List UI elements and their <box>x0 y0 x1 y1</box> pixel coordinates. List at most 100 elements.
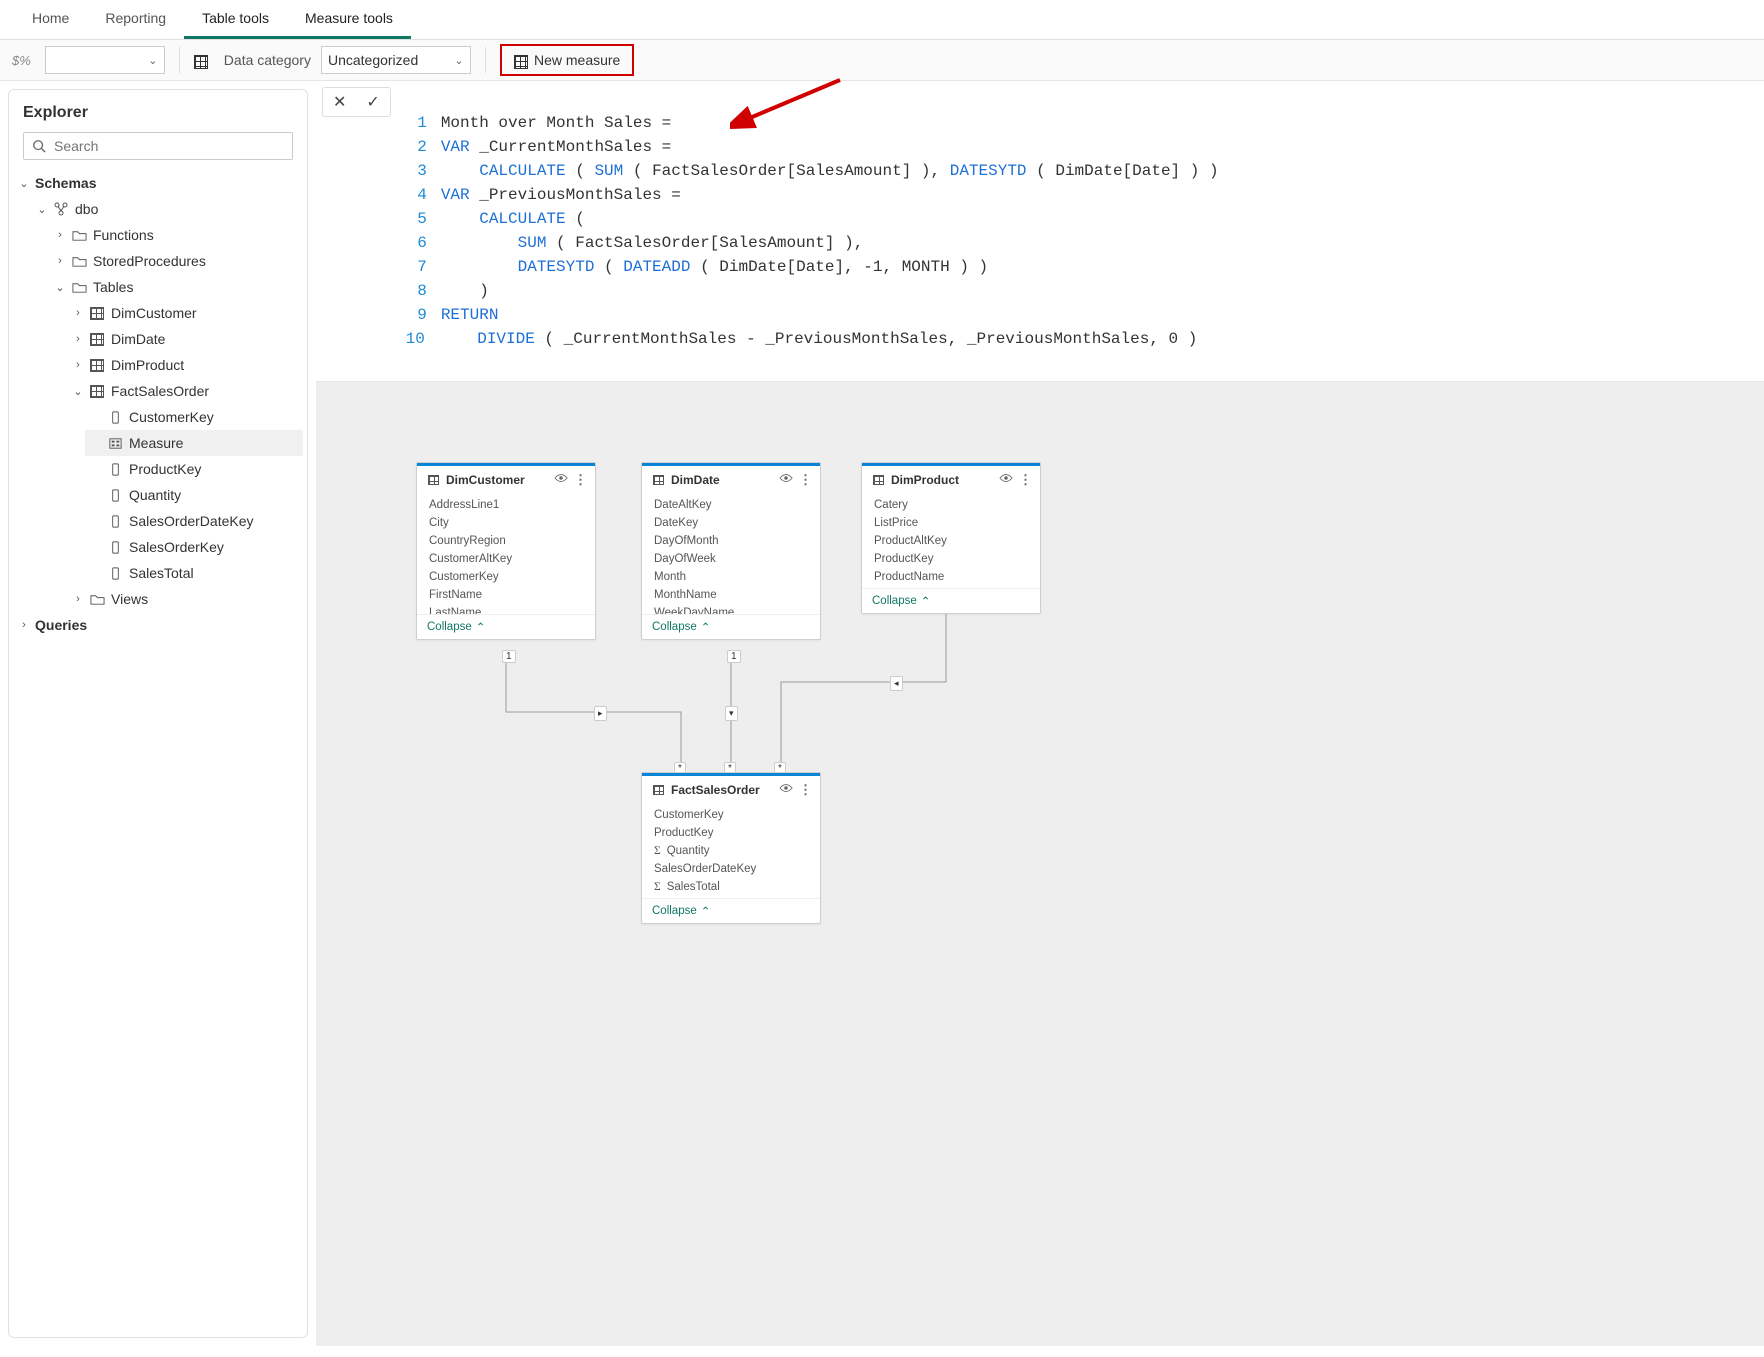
entity-field[interactable]: ProductKey <box>642 824 820 842</box>
tab-reporting[interactable]: Reporting <box>87 0 184 39</box>
entity-field[interactable]: DateAltKey <box>642 496 820 514</box>
more-icon[interactable]: ⋮ <box>1019 472 1032 488</box>
col-label: SalesTotal <box>129 565 194 581</box>
tab-table-tools[interactable]: Table tools <box>184 0 287 39</box>
entity-field[interactable]: DayOfMonth <box>642 532 820 550</box>
eye-icon[interactable] <box>779 782 793 798</box>
col-salesorderdatekey[interactable]: SalesOrderDateKey <box>85 508 303 534</box>
tree-tables[interactable]: ⌄ Tables <box>49 274 303 300</box>
folder-icon <box>71 253 87 269</box>
entity-field[interactable]: CustomerKey <box>417 568 595 586</box>
tree-queries[interactable]: ›Queries <box>13 612 303 638</box>
col-customerkey[interactable]: CustomerKey <box>85 404 303 430</box>
data-category-label: Data category <box>224 52 311 68</box>
entity-field[interactable]: ProductKey <box>862 550 1040 568</box>
eye-icon[interactable] <box>999 472 1013 488</box>
entity-field[interactable]: LastName <box>417 604 595 614</box>
editor-area: ✕ ✓ 1Month over Month Sales = 2VAR _Curr… <box>316 81 1764 1346</box>
col-quantity[interactable]: Quantity <box>85 482 303 508</box>
tab-measure-tools[interactable]: Measure tools <box>287 0 411 39</box>
field-label: DayOfMonth <box>654 535 719 547</box>
entity-field[interactable]: CustomerAltKey <box>417 550 595 568</box>
col-salestotal[interactable]: SalesTotal <box>85 560 303 586</box>
entity-field[interactable]: City <box>417 514 595 532</box>
format-select[interactable]: ⌄ <box>45 46 165 74</box>
col-label: Measure <box>129 435 183 451</box>
entity-field[interactable]: CountryRegion <box>417 532 595 550</box>
entity-field[interactable]: Σ Quantity <box>642 842 820 860</box>
table-icon <box>89 331 105 347</box>
entity-field[interactable]: WeekDayName <box>642 604 820 614</box>
tree-dimdate[interactable]: ›DimDate <box>67 326 303 352</box>
field-label: AddressLine1 <box>429 499 499 511</box>
sigma-icon: Σ <box>654 845 661 857</box>
more-icon[interactable]: ⋮ <box>799 472 812 488</box>
filter-direction-icon: ▾ <box>725 706 738 721</box>
entity-field[interactable]: ListPrice <box>862 514 1040 532</box>
eye-icon[interactable] <box>779 472 793 488</box>
tab-home[interactable]: Home <box>14 0 87 39</box>
entity-field[interactable]: DayOfWeek <box>642 550 820 568</box>
collapse-button[interactable]: Collapse⌃ <box>862 588 1040 613</box>
code-l8: ) <box>441 282 489 300</box>
table-icon <box>89 305 105 321</box>
category-select[interactable]: Uncategorized⌄ <box>321 46 471 74</box>
entity-field[interactable]: ProductName <box>862 568 1040 586</box>
commit-button[interactable]: ✓ <box>356 88 389 116</box>
code-l1: Month over Month Sales = <box>441 114 671 132</box>
col-label: SalesOrderDateKey <box>129 513 254 529</box>
collapse-button[interactable]: Collapse⌃ <box>417 614 595 639</box>
field-label: MonthName <box>654 589 717 601</box>
code-l3-fn: CALCULATE <box>479 162 565 180</box>
col-measure[interactable]: Measure <box>85 430 303 456</box>
col-salesorderkey[interactable]: SalesOrderKey <box>85 534 303 560</box>
collapse-button[interactable]: Collapse⌃ <box>642 898 820 923</box>
col-productkey[interactable]: ProductKey <box>85 456 303 482</box>
field-label: ListPrice <box>874 517 918 529</box>
search-input[interactable] <box>23 132 293 160</box>
cancel-button[interactable]: ✕ <box>323 88 356 116</box>
field-label: CustomerKey <box>654 809 724 821</box>
tree-dbo[interactable]: ⌄ dbo <box>31 196 303 222</box>
field-label: SalesTotal <box>667 881 720 893</box>
entity-field[interactable]: ProductAltKey <box>862 532 1040 550</box>
entity-field[interactable]: ΣSalesTotal <box>642 878 820 896</box>
category-icon <box>194 55 208 69</box>
new-measure-button[interactable]: New measure <box>500 44 634 76</box>
tree-views[interactable]: › Views <box>67 586 303 612</box>
dax-editor[interactable]: 1Month over Month Sales = 2VAR _CurrentM… <box>401 87 1758 375</box>
eye-icon[interactable] <box>554 472 568 488</box>
tree-dimcustomer[interactable]: ›DimCustomer <box>67 300 303 326</box>
table-icon <box>89 383 105 399</box>
tree-storedproc[interactable]: › StoredProcedures <box>49 248 303 274</box>
entity-field[interactable]: SalesOrderDateKey <box>642 860 820 878</box>
toolbar: $% ⌄ Data category Uncategorized⌄ New me… <box>0 40 1764 81</box>
filter-direction-icon: ◂ <box>890 676 903 691</box>
entity-field[interactable]: Month <box>642 568 820 586</box>
tree-functions[interactable]: › Functions <box>49 222 303 248</box>
field-label: DayOfWeek <box>654 553 716 565</box>
search-icon <box>32 139 46 153</box>
field-label: City <box>429 517 449 529</box>
entity-field[interactable]: Catery <box>862 496 1040 514</box>
entity-field[interactable]: DateKey <box>642 514 820 532</box>
entity-field[interactable]: FirstName <box>417 586 595 604</box>
tree-factsalesorder[interactable]: ⌄FactSalesOrder <box>67 378 303 404</box>
collapse-button[interactable]: Collapse⌃ <box>642 614 820 639</box>
tree-schemas[interactable]: ⌄Schemas <box>13 170 303 196</box>
measure-icon <box>514 55 528 69</box>
model-diagram[interactable]: 1 1 1 * * * ▸ ▾ ◂ DimCustomer ⋮ AddressL… <box>316 382 1764 1346</box>
entity-dimdate[interactable]: DimDate ⋮ DateAltKeyDateKeyDayOfMonthDay… <box>641 462 821 640</box>
entity-field[interactable]: AddressLine1 <box>417 496 595 514</box>
entity-field[interactable]: MonthName <box>642 586 820 604</box>
entity-dimcustomer[interactable]: DimCustomer ⋮ AddressLine1CityCountryReg… <box>416 462 596 640</box>
entity-field[interactable]: CustomerKey <box>642 806 820 824</box>
more-icon[interactable]: ⋮ <box>799 782 812 798</box>
column-icon <box>107 513 123 529</box>
tree-dimproduct[interactable]: ›DimProduct <box>67 352 303 378</box>
entity-factsalesorder[interactable]: FactSalesOrder ⋮ CustomerKeyProductKeyΣQ… <box>641 772 821 924</box>
search-field[interactable] <box>52 137 284 155</box>
more-icon[interactable]: ⋮ <box>574 472 587 488</box>
field-label: Quantity <box>667 845 710 857</box>
entity-dimproduct[interactable]: DimProduct ⋮ CateryListPriceProductAltKe… <box>861 462 1041 614</box>
